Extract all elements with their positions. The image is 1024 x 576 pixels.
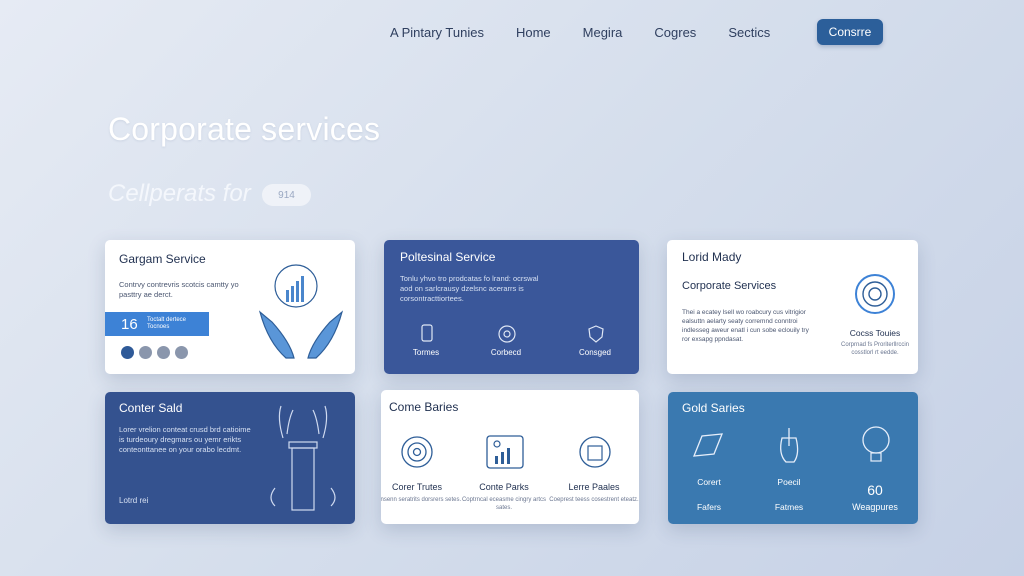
feature-label: Corer Trutes [391, 482, 442, 492]
nav-item-sectics[interactable]: Sectics [728, 25, 770, 40]
feature-sub: Coeprest teess cosestrent eteatz. [549, 497, 639, 503]
spiral-target-icon [401, 436, 433, 468]
card-subtitle: Corporate Services [682, 280, 777, 292]
spiral-icon [855, 274, 895, 314]
feature-label: Consged [578, 348, 612, 357]
hero-subtitle: Cellperats for [108, 180, 251, 207]
feature-label: Poecil [777, 477, 801, 487]
card-title: Lorid Mady [682, 250, 742, 264]
laurel-column-icon [270, 405, 336, 511]
feature-label: Conte Parks [479, 482, 529, 492]
page-title: Corporate services [108, 111, 381, 147]
nav-item-megira[interactable]: Megira [583, 25, 623, 40]
card-body: Contrvy contrevris scotcis camtty yo pas… [119, 280, 239, 299]
card-title: Come Baries [389, 400, 459, 414]
flag-icon [692, 433, 724, 457]
contact-button[interactable]: Consrre [817, 19, 883, 45]
card-title: Gold Saries [682, 401, 745, 415]
stat-label: Weagpures [852, 502, 898, 512]
feature-label: Corert [697, 477, 721, 487]
feature-sub: Coptrncal eceasme cingry artcs sates. [461, 497, 547, 511]
feature-label-2: Fatmes [774, 502, 804, 512]
facebook-icon[interactable] [121, 346, 134, 359]
nav-item-brand[interactable]: A Pintary Tunies [390, 25, 484, 40]
side-label: Cocss Touies [849, 328, 901, 338]
service-card-conter[interactable]: Conter Sald Lorer vrelion conteat crusd … [105, 392, 355, 524]
hand-icon [780, 428, 799, 463]
service-card-gargam[interactable]: Gargam Service Contrvy contrevris scotci… [105, 240, 355, 374]
card-footer: Lotrd rei [119, 496, 149, 505]
feature-label: Corbecd [490, 348, 522, 357]
social-icon-4[interactable] [175, 346, 188, 359]
card-body: Thei a ecatey lsell wo roabcury cus vitr… [682, 309, 809, 343]
building-icon [579, 436, 611, 468]
feature-label: Lerre Paales [568, 482, 620, 492]
card-title: Poltesinal Service [400, 250, 496, 264]
card-title: Gargam Service [119, 252, 206, 266]
service-card-lorid[interactable]: Lorid Mady Corporate Services Thei a eca… [667, 240, 918, 374]
target-icon [498, 325, 516, 343]
feature-sub: Consenn seratrits dorsrers setes. [381, 497, 462, 503]
stat-badge: 16 Toctalt dertece Tocnoes [105, 312, 209, 336]
shield-icon [588, 325, 604, 343]
dashboard-chart-icon [486, 435, 524, 469]
stat-number: 16 [121, 316, 138, 333]
service-card-gold[interactable]: Gold Saries Corert Poecil Fafers Fatmes … [668, 392, 918, 524]
stat-text: Toctalt dertece Tocnoes [147, 317, 187, 330]
service-card-professional[interactable]: Poltesinal Service Tonlu yhvo tro prodca… [384, 240, 639, 374]
phone-icon [421, 324, 433, 342]
nav-item-cogres[interactable]: Cogres [654, 25, 696, 40]
side-body: Corprnad fs Proriterllrccin cosstlorl rt… [840, 342, 910, 356]
stat-number: 60 [867, 482, 883, 498]
top-nav: A Pintary Tunies Home Megira Cogres Sect… [390, 20, 802, 44]
service-card-come[interactable]: Come Baries Corer Trutes Consenn seratri… [381, 390, 639, 524]
lightbulb-icon [862, 426, 890, 462]
card-body: Lorer vrelion conteat crusd brd catioime… [119, 425, 251, 454]
social-icon-2[interactable] [139, 346, 152, 359]
nav-item-home[interactable]: Home [516, 25, 551, 40]
card-body: Tonlu yhvo tro prodcatas fo lrand: ocrsw… [400, 274, 539, 303]
card-title: Conter Sald [119, 401, 183, 415]
feature-label-2: Fafers [696, 502, 722, 512]
hero-pill[interactable]: 914 [262, 184, 311, 206]
social-icon-3[interactable] [157, 346, 170, 359]
feature-label: Tormes [412, 348, 440, 357]
hands-chart-icon [258, 264, 344, 359]
